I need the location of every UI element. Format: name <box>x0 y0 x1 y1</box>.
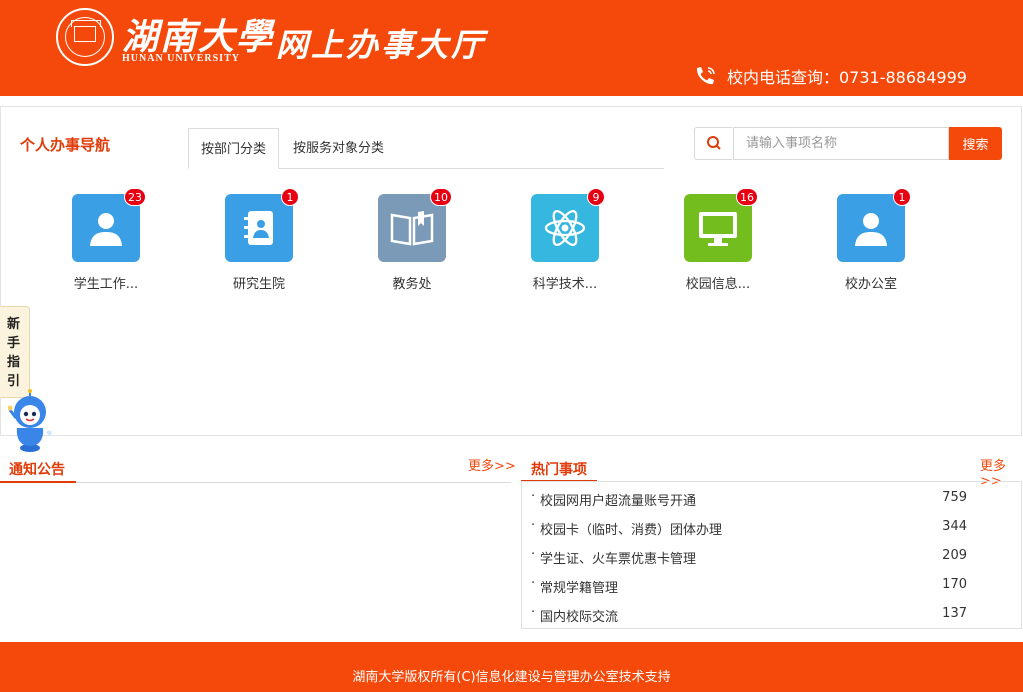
hot-items-title: 热门事项 <box>531 462 587 478</box>
count-badge: 9 <box>587 188 605 206</box>
dept-campus-information[interactable]: 16 校园信息... <box>658 188 778 292</box>
beginner-guide-tab[interactable]: 新手指引 <box>0 306 30 398</box>
notices-title: 通知公告 <box>9 462 65 478</box>
count-badge: 16 <box>736 188 758 206</box>
dept-label: 学生工作... <box>73 277 139 292</box>
tab-by-service-target[interactable]: 按服务对象分类 <box>293 128 384 169</box>
dept-president-office[interactable]: 1 校办公室 <box>811 188 931 292</box>
monitor-icon: 16 <box>684 188 758 262</box>
hot-item-count: 170 <box>942 577 967 592</box>
mascot-icon[interactable] <box>8 388 56 454</box>
count-badge: 23 <box>124 188 146 206</box>
open-book-icon: 10 <box>378 188 452 262</box>
hot-item[interactable]: · 国内校际交流 137 <box>531 605 971 625</box>
person-icon: 23 <box>72 188 146 262</box>
hot-item-name: 常规学籍管理 <box>540 581 619 596</box>
dept-student-affairs[interactable]: 23 学生工作... <box>46 188 166 292</box>
hot-item-name: 国内校际交流 <box>540 610 619 625</box>
hot-item[interactable]: · 学生证、火车票优惠卡管理 209 <box>531 547 971 567</box>
dept-label: 校园信息... <box>685 277 751 292</box>
hot-item-count: 344 <box>942 519 967 534</box>
count-badge: 1 <box>281 188 299 206</box>
hot-item-name: 校园网用户超流量账号开通 <box>540 494 697 509</box>
dept-academic-affairs[interactable]: 10 教务处 <box>352 188 472 292</box>
person-icon: 1 <box>837 188 911 262</box>
hot-item[interactable]: · 校园网用户超流量账号开通 759 <box>531 489 971 509</box>
footer-copyright: 湖南大学版权所有(C)信息化建设与管理办公室技术支持 <box>352 670 671 685</box>
university-name-en: HUNAN UNIVERSITY <box>122 53 240 64</box>
dept-science-technology[interactable]: 9 科学技术... <box>505 188 625 292</box>
hot-item-count: 137 <box>942 606 967 621</box>
count-badge: 10 <box>430 188 452 206</box>
dept-label: 科学技术... <box>532 277 598 292</box>
tab-by-department[interactable]: 按部门分类 <box>188 128 279 169</box>
search-icon[interactable] <box>694 127 732 160</box>
university-seal-logo[interactable] <box>56 8 114 66</box>
phone-text: 校内电话查询：0731-88684999 <box>727 68 967 87</box>
dept-graduate-school[interactable]: 1 研究生院 <box>199 188 319 292</box>
atom-icon: 9 <box>531 188 605 262</box>
hot-item[interactable]: · 校园卡（临时、消费）团体办理 344 <box>531 518 971 538</box>
phone-inquiry: 校内电话查询：0731-88684999 <box>693 64 967 88</box>
nav-title: 个人办事导航 <box>20 136 111 154</box>
dept-label: 校办公室 <box>844 277 897 292</box>
count-badge: 1 <box>893 188 911 206</box>
dept-label: 研究生院 <box>232 277 285 292</box>
guide-label: 新手指引 <box>7 317 21 389</box>
notices-more-link[interactable]: 更多>> <box>468 455 516 474</box>
search-input[interactable] <box>733 127 949 160</box>
contact-book-icon: 1 <box>225 188 299 262</box>
phone-icon <box>696 67 715 85</box>
hot-item-name: 校园卡（临时、消费）团体办理 <box>540 523 723 538</box>
hot-item-count: 759 <box>942 490 967 505</box>
site-title: 网上办事大厅 <box>276 26 487 64</box>
hot-item-name: 学生证、火车票优惠卡管理 <box>540 552 697 567</box>
dept-label: 教务处 <box>392 277 432 292</box>
hot-item-count: 209 <box>942 548 967 563</box>
hot-item[interactable]: · 常规学籍管理 170 <box>531 576 971 596</box>
search-button[interactable]: 搜索 <box>949 127 1002 160</box>
